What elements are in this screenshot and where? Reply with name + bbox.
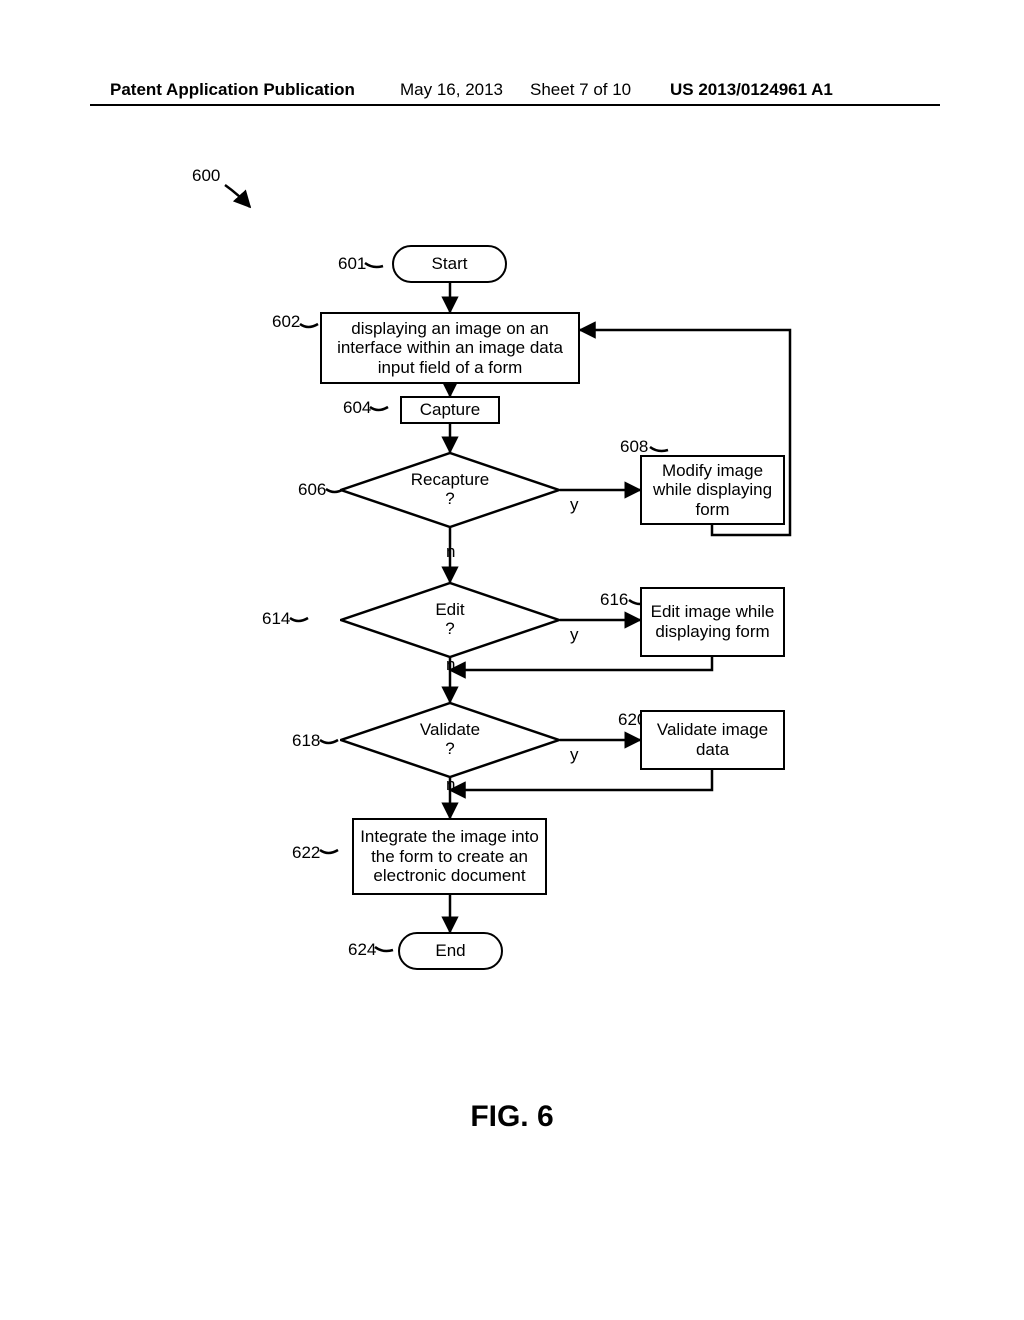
- ref-608: 608: [620, 437, 648, 457]
- publication-number: US 2013/0124961 A1: [670, 80, 833, 100]
- edge-n-606: n: [446, 542, 455, 562]
- ref-624: 624: [348, 940, 376, 960]
- node-capture: Capture: [400, 396, 500, 424]
- header-rule: [90, 104, 940, 106]
- ref-616: 616: [600, 590, 628, 610]
- edge-n-618: n: [446, 775, 455, 795]
- publication-date: May 16, 2013: [400, 80, 503, 100]
- node-edit-label: Edit ?: [340, 582, 560, 658]
- page: Patent Application Publication May 16, 2…: [0, 0, 1024, 1320]
- figure-caption: FIG. 6: [0, 1100, 1024, 1134]
- node-validate-label: Validate ?: [340, 702, 560, 778]
- node-integrate: Integrate the image into the form to cre…: [352, 818, 547, 895]
- node-modify-image: Modify image while displaying form: [640, 455, 785, 525]
- edge-y-614: y: [570, 625, 579, 645]
- node-edit-decision: Edit ?: [340, 582, 560, 658]
- ref-604: 604: [343, 398, 371, 418]
- ref-600: 600: [192, 166, 220, 186]
- node-validate-image: Validate image data: [640, 710, 785, 770]
- edge-y-618: y: [570, 745, 579, 765]
- publication-label: Patent Application Publication: [110, 80, 355, 100]
- ref-606: 606: [298, 480, 326, 500]
- edge-y-606: y: [570, 495, 579, 515]
- ref-601: 601: [338, 254, 366, 274]
- node-end: End: [398, 932, 503, 970]
- ref-614: 614: [262, 609, 290, 629]
- ref-622: 622: [292, 843, 320, 863]
- node-recapture-label: Recapture ?: [340, 452, 560, 528]
- ref-602: 602: [272, 312, 300, 332]
- node-display-image: displaying an image on an interface with…: [320, 312, 580, 384]
- ref-618: 618: [292, 731, 320, 751]
- edge-n-614: n: [446, 655, 455, 675]
- node-validate-decision: Validate ?: [340, 702, 560, 778]
- node-edit-image: Edit image while displaying form: [640, 587, 785, 657]
- node-recapture-decision: Recapture ?: [340, 452, 560, 528]
- node-start: Start: [392, 245, 507, 283]
- sheet-number: Sheet 7 of 10: [530, 80, 631, 100]
